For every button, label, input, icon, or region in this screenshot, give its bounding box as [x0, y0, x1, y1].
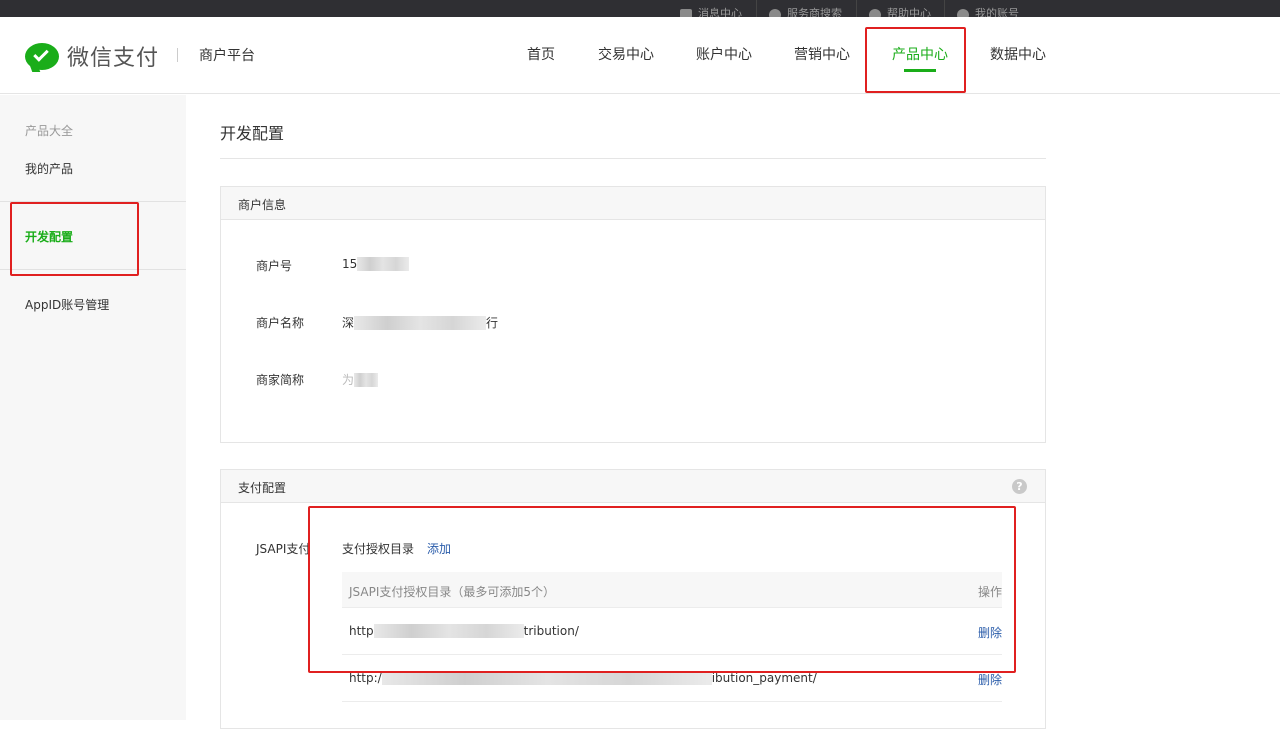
url-visible-prefix: http:/ — [349, 671, 382, 685]
topbar-message-center[interactable]: 消息中心 — [680, 0, 746, 17]
merchant-short-name-label: 商家简称 — [256, 373, 305, 387]
top-utility-bar: 消息中心 服务商搜索 帮助中心 我的账号 — [0, 0, 1280, 17]
merchant-id-visible-text: 15 — [342, 257, 358, 271]
jsapi-payment-label: JSAPI支付 — [256, 542, 311, 556]
merchant-name-visible-suffix: 行 — [486, 316, 499, 330]
url-visible-suffix: tribution/ — [523, 624, 579, 638]
nav-marketing[interactable]: 营销中心 — [794, 44, 850, 64]
user-icon — [957, 9, 969, 17]
merchant-name-label: 商户名称 — [256, 316, 305, 330]
merchant-short-name-visible-text: 为 — [342, 373, 355, 387]
merchant-short-name-value: 为 — [342, 371, 379, 388]
title-divider — [220, 158, 1046, 159]
column-header-action: 操作 — [977, 585, 1002, 599]
page-title: 开发配置 — [220, 124, 285, 143]
auth-directory-title: 支付授权目录 — [342, 542, 415, 556]
question-mark-icon[interactable]: ? — [1012, 479, 1027, 494]
redacted-block — [357, 257, 410, 271]
topbar-help-center[interactable]: 帮助中心 — [869, 0, 935, 17]
nav-transactions[interactable]: 交易中心 — [598, 44, 654, 64]
payment-config-title: 支付配置 — [238, 481, 287, 495]
wechat-pay-logo-icon — [25, 41, 59, 72]
redacted-block — [373, 624, 524, 638]
sidebar-item-dev-config[interactable]: 开发配置 — [25, 228, 73, 245]
topbar-divider — [756, 0, 757, 17]
nav-home[interactable]: 首页 — [527, 44, 555, 64]
directory-url: http tribution/ — [349, 624, 579, 638]
left-sidebar: 产品大全 我的产品 开发配置 AppID账号管理 — [0, 95, 186, 720]
logo-text: 微信支付 — [67, 46, 160, 71]
nav-data[interactable]: 数据中心 — [990, 44, 1046, 64]
redacted-block — [354, 315, 487, 330]
column-header-directory: JSAPI支付授权目录（最多可添加5个） — [349, 585, 555, 599]
sidebar-divider — [0, 269, 186, 270]
table-row: http:/ ibution_payment/ 删除 — [342, 655, 1002, 702]
url-visible-suffix: ibution_payment/ — [711, 671, 817, 685]
url-visible-prefix: http — [349, 624, 374, 638]
help-icon — [869, 9, 881, 17]
sidebar-item-appid-management[interactable]: AppID账号管理 — [25, 296, 109, 313]
redacted-block — [354, 372, 379, 387]
wechat-pay-logo[interactable]: 微信支付 — [25, 40, 159, 72]
delete-link[interactable]: 删除 — [978, 624, 1002, 641]
topbar-divider — [944, 0, 945, 17]
sidebar-divider — [0, 201, 186, 202]
site-header: 微信支付 商户平台 首页 交易中心 账户中心 营销中心 产品中心 数据中心 — [0, 17, 1280, 94]
sidebar-item-my-products[interactable]: 我的产品 — [25, 160, 73, 177]
redacted-block — [381, 671, 712, 685]
topbar-provider-search[interactable]: 服务商搜索 — [769, 0, 847, 17]
payment-config-panel: 支付配置 ? JSAPI支付 支付授权目录 添加 JSAPI支付授权目录（最多可… — [220, 469, 1046, 729]
table-header: JSAPI支付授权目录（最多可添加5个） 操作 — [342, 572, 1002, 608]
nav-products[interactable]: 产品中心 — [892, 44, 948, 64]
delete-link[interactable]: 删除 — [978, 671, 1002, 688]
table-row: http tribution/ 删除 — [342, 608, 1002, 655]
add-directory-link[interactable]: 添加 — [427, 540, 451, 557]
active-nav-indicator — [904, 69, 936, 72]
merchant-info-title: 商户信息 — [238, 198, 287, 212]
platform-name: 商户平台 — [199, 48, 255, 64]
merchant-id-label: 商户号 — [256, 259, 293, 273]
merchant-info-panel: 商户信息 商户号 15 商户名称 深行 商家简称 为 — [220, 186, 1046, 443]
topbar-divider — [856, 0, 857, 17]
sidebar-group-all-products: 产品大全 — [25, 124, 74, 138]
merchant-id-value: 15 — [342, 257, 410, 271]
merchant-info-header: 商户信息 — [221, 187, 1045, 220]
merchant-name-visible-text: 深 — [342, 316, 355, 330]
auth-directory-table: JSAPI支付授权目录（最多可添加5个） 操作 http tribution/ 删… — [342, 572, 1002, 702]
envelope-icon — [680, 9, 692, 17]
topbar-my-account[interactable]: 我的账号 — [957, 0, 1037, 17]
nav-account[interactable]: 账户中心 — [696, 44, 752, 64]
merchant-name-value: 深行 — [342, 314, 498, 331]
payment-config-header: 支付配置 ? — [221, 470, 1045, 503]
header-divider — [177, 48, 178, 62]
directory-url: http:/ ibution_payment/ — [349, 671, 817, 685]
search-circle-icon — [769, 9, 781, 17]
